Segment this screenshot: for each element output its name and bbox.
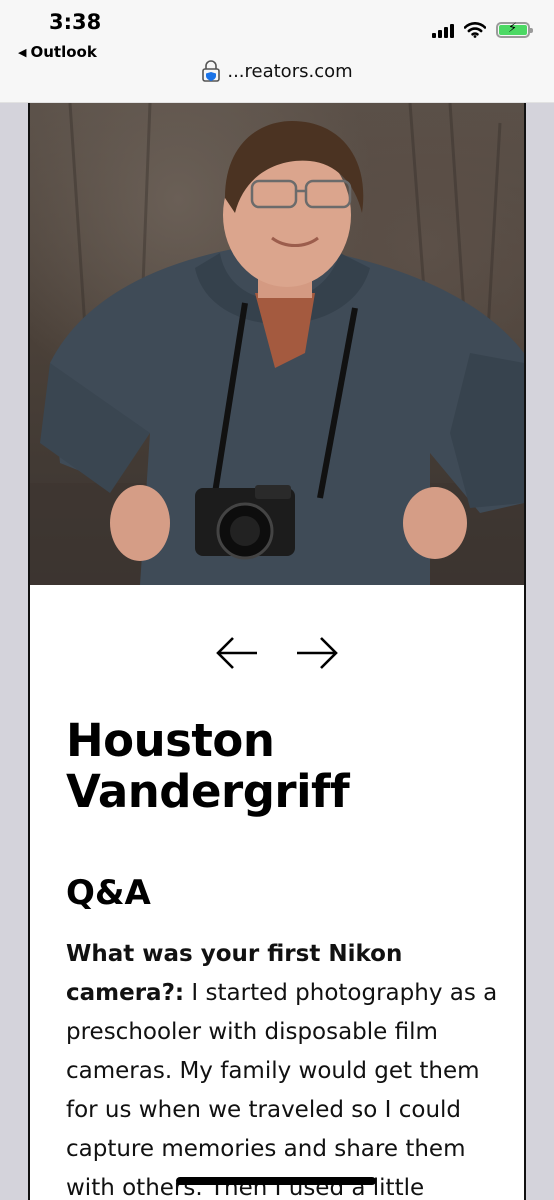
status-icons: ⚡ xyxy=(432,21,533,38)
profile-name: Houston Vandergriff xyxy=(66,714,350,818)
back-to-app-button[interactable]: ◀ Outlook xyxy=(18,43,97,61)
person-with-camera-image xyxy=(30,103,524,585)
qa-answer-text: I started photography as a preschooler w… xyxy=(66,980,498,1200)
photo-carousel-controls xyxy=(30,633,524,673)
profile-photo xyxy=(30,103,524,585)
profile-first-name: Houston xyxy=(66,714,275,767)
cellular-signal-icon xyxy=(432,22,454,38)
secure-lock-icon xyxy=(202,60,221,82)
previous-arrow-button[interactable] xyxy=(214,633,260,673)
battery-charging-icon: ⚡ xyxy=(496,21,533,38)
back-app-label: Outlook xyxy=(30,43,97,61)
status-bar: 3:38 ◀ Outlook ⚡ ...reators.com xyxy=(0,0,554,103)
home-indicator[interactable] xyxy=(176,1177,376,1185)
next-arrow-button[interactable] xyxy=(294,633,340,673)
qa-answer: What was your first Nikon camera?: I sta… xyxy=(66,935,506,1200)
qa-heading: Q&A xyxy=(66,873,151,913)
arrow-left-icon xyxy=(216,637,257,669)
address-bar[interactable]: ...reators.com xyxy=(0,60,554,82)
profile-last-name: Vandergriff xyxy=(66,765,350,818)
status-time: 3:38 xyxy=(49,10,102,34)
wifi-icon xyxy=(464,22,486,38)
arrow-right-icon xyxy=(297,637,338,669)
back-triangle-icon: ◀ xyxy=(18,45,27,59)
profile-page: Houston Vandergriff Q&A What was your fi… xyxy=(28,103,526,1200)
url-text: ...reators.com xyxy=(227,60,353,82)
